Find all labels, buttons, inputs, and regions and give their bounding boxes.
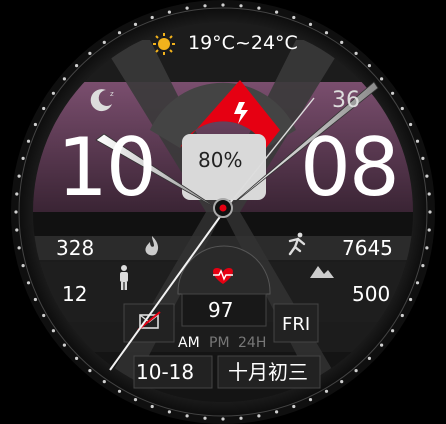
bezel-dot (185, 6, 189, 10)
bezel-dot (185, 414, 189, 418)
bezel-dot (15, 228, 19, 232)
bezel-dot (409, 297, 413, 302)
bezel-dot (221, 3, 225, 7)
bezel-dot (415, 139, 420, 143)
bezel-dot (400, 106, 404, 111)
bezel-dot (239, 416, 243, 420)
bezel-dot (42, 106, 46, 111)
bezel-dot (391, 329, 395, 333)
bezel-dot (354, 51, 358, 56)
bezel-dot (75, 64, 79, 68)
bezel-dot (21, 156, 25, 160)
bezel-dot (354, 369, 358, 373)
bezel-dot (26, 281, 31, 285)
bezel-dot (102, 380, 106, 384)
bezel-dot (275, 410, 279, 414)
bezel-dot (117, 31, 122, 35)
temperature-range: 19°C~24°C (188, 32, 298, 54)
bezel-dot (42, 313, 46, 318)
bezel-dot (26, 139, 31, 143)
minute-digits: 08 (300, 121, 400, 214)
bezel-dot (380, 343, 384, 347)
svg-text:z: z (110, 90, 114, 98)
bezel-dot (427, 192, 431, 196)
bezel-dot (21, 264, 25, 268)
bezel-dot (425, 174, 429, 178)
bezel-dot (167, 10, 171, 14)
bezel-dot (203, 4, 207, 8)
calories-value: 328 (56, 236, 95, 260)
bezel-dot (150, 15, 154, 20)
bezel-dot (415, 281, 420, 285)
weekday: FRI (282, 314, 311, 335)
bezel-dot (150, 404, 154, 409)
bezel-dot (62, 343, 66, 347)
bezel-dot (257, 6, 261, 10)
24h-indicator: 24H (238, 335, 267, 351)
bezel-dot (421, 264, 425, 268)
battery-percent: 80% (198, 148, 243, 172)
bezel-dot (51, 329, 56, 333)
elevation-value: 500 (352, 282, 391, 306)
bezel-dot (33, 122, 38, 127)
bezel-dot (324, 389, 329, 393)
bezel-dot (421, 156, 425, 160)
bezel-dot (400, 313, 404, 318)
heart-rate-value: 97 (208, 298, 234, 322)
bezel-dot (391, 91, 395, 95)
bezel-dot (324, 31, 329, 35)
bezel-dot (409, 122, 413, 127)
bezel-dot (427, 228, 431, 232)
bezel-dot (257, 414, 261, 418)
bezel-dot (88, 51, 92, 56)
bezel-dot (308, 22, 313, 26)
bezel-dot (340, 380, 344, 384)
steps-value: 7645 (342, 236, 393, 260)
bezel-dot (380, 77, 384, 81)
notification-box (123, 303, 175, 343)
bezel-dot (340, 40, 344, 45)
lunar-date: 十月初三 (228, 360, 308, 384)
bezel-dot (14, 210, 18, 214)
bezel-dot (367, 356, 371, 360)
bezel-dot (75, 356, 79, 360)
bezel-dot (292, 15, 296, 20)
bezel-dot (17, 174, 21, 178)
bezel-dot (102, 40, 106, 45)
seconds-digits: 36 (332, 88, 360, 113)
bezel-dot (425, 246, 429, 250)
bezel-dot (275, 10, 279, 14)
bezel-dot (62, 77, 66, 81)
am-indicator: AM (178, 335, 200, 351)
bezel-dot (33, 297, 38, 302)
pm-indicator: PM (209, 335, 230, 351)
bezel-dot (51, 91, 56, 95)
bezel-dot (88, 369, 92, 373)
hour-digits: 10 (57, 121, 157, 214)
month-day: 10-18 (136, 360, 195, 384)
standing-value: 12 (62, 282, 88, 306)
bezel-dot (221, 417, 225, 421)
bezel-dot (133, 398, 138, 402)
bezel-dot (239, 4, 243, 8)
bezel-dot (367, 64, 371, 68)
bezel-dot (15, 192, 19, 196)
bezel-dot (133, 22, 138, 26)
bezel-dot (292, 404, 296, 409)
bezel-dot (428, 210, 432, 214)
bezel-dot (308, 398, 313, 402)
bezel-dot (117, 389, 122, 393)
bezel-dot (17, 246, 21, 250)
bezel-dot (167, 410, 171, 414)
bezel-dot (203, 416, 207, 420)
